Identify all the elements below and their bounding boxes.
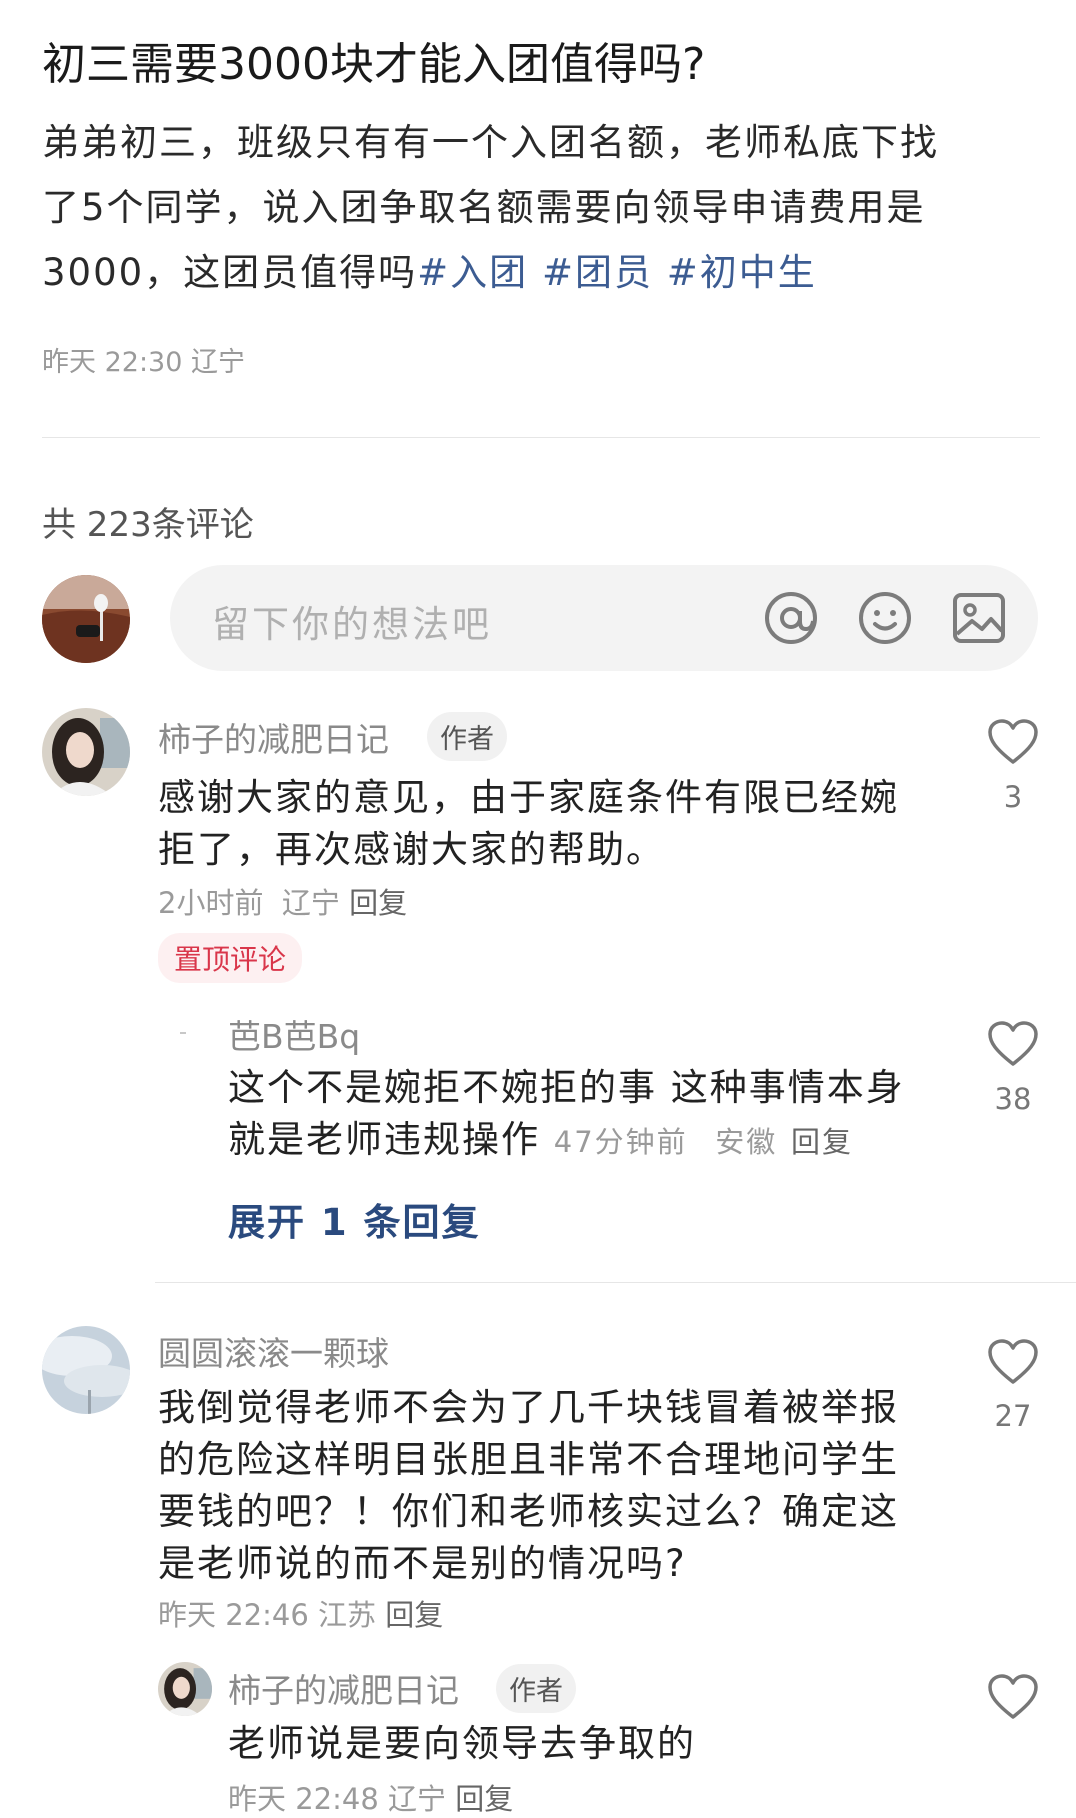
post-body: 弟弟初三，班级只有有一个入团名额，老师私底下找 了5个同学，说入团争取名额需要向… <box>42 110 1002 305</box>
reply-username[interactable]: 芭B芭Bq <box>228 1010 360 1058</box>
expand-replies-link[interactable]: 展开 1 条回复 <box>228 1192 481 1246</box>
comment-input-placeholder: 留下你的想法吧 <box>212 603 492 646</box>
like-count: 3 <box>1003 780 1023 814</box>
emoji-icon[interactable] <box>856 589 914 647</box>
reply-button[interactable]: 回复 <box>455 1782 513 1816</box>
comment-text-line: 的危险这样明目张胆且非常不合理地问学生 <box>158 1438 899 1481</box>
reply-avatar-placeholder <box>180 1032 186 1034</box>
comment-meta: 昨天 22:46 江苏 回复 <box>158 1592 443 1634</box>
reply-time: 47分钟前 <box>553 1125 688 1159</box>
comment-count: 共 223条评论 <box>42 505 254 545</box>
comment-location: 江苏 <box>318 1598 377 1632</box>
hashtag-link[interactable]: #团员 <box>542 251 653 294</box>
reply-text: 老师说是要向领导去争取的 <box>228 1722 696 1765</box>
divider <box>42 437 1040 438</box>
post-title: 初三需要3000块才能入团值得吗? <box>42 39 706 90</box>
heart-icon[interactable] <box>987 718 1039 766</box>
current-user-avatar[interactable] <box>42 575 130 663</box>
image-icon[interactable] <box>950 589 1008 647</box>
reply-button[interactable]: 回复 <box>385 1598 443 1632</box>
reply-location: 安徽 <box>715 1125 778 1159</box>
like-count: 27 <box>994 1399 1032 1433</box>
heart-icon[interactable] <box>987 1338 1039 1386</box>
comment-text-line: 我倒觉得老师不会为了几千块钱冒着被举报 <box>158 1386 899 1429</box>
reply-button[interactable]: 回复 <box>791 1125 853 1159</box>
reply-avatar[interactable] <box>158 1662 212 1716</box>
comment-text-line: 是老师说的而不是别的情况吗? <box>158 1542 687 1585</box>
divider <box>155 1282 1076 1283</box>
comment-username[interactable]: 圆圆滚滚一颗球 <box>158 1327 389 1375</box>
comment-avatar[interactable] <box>42 1326 130 1414</box>
post-body-line: 了5个同学，说入团争取名额需要向领导申请费用是 <box>42 186 926 229</box>
author-badge: 作者 <box>427 712 507 761</box>
comment-username[interactable]: 柿子的减肥日记 <box>158 713 389 761</box>
comment-text: 我倒觉得老师不会为了几千块钱冒着被举报 的危险这样明目张胆且非常不合理地问学生 … <box>158 1382 938 1590</box>
heart-icon[interactable] <box>987 1020 1039 1068</box>
hashtag-link[interactable]: #入团 <box>417 251 528 294</box>
reply-text-line: 这个不是婉拒不婉拒的事 这种事情本身 <box>228 1066 905 1109</box>
reply-username[interactable]: 柿子的减肥日记 <box>228 1664 459 1712</box>
comment-location: 辽宁 <box>281 886 340 920</box>
comment-text-line: 要钱的吧？！你们和老师核实过么？确定这 <box>158 1490 899 1533</box>
reply-button[interactable]: 回复 <box>349 886 407 920</box>
post-body-text: 3000，这团员值得吗 <box>42 251 418 294</box>
at-icon[interactable] <box>762 589 820 647</box>
reply-text: 这个不是婉拒不婉拒的事 这种事情本身 就是老师违规操作 47分钟前 安徽 回复 <box>228 1062 948 1168</box>
comment-input[interactable]: 留下你的想法吧 <box>170 565 1038 671</box>
like-count: 38 <box>994 1082 1032 1116</box>
comment-time: 昨天 22:46 <box>158 1598 309 1632</box>
pinned-badge: 置顶评论 <box>158 933 303 983</box>
reply-location: 辽宁 <box>388 1782 447 1816</box>
post-body-line: 3000，这团员值得吗#入团 #团员 #初中生 <box>42 240 1002 305</box>
reply-text-part: 就是老师违规操作 <box>228 1118 540 1161</box>
post-meta: 昨天 22:30 辽宁 <box>42 347 245 378</box>
comment-avatar[interactable] <box>42 708 130 796</box>
comment-text-line: 感谢大家的意见，由于家庭条件有限已经婉 <box>158 776 899 819</box>
comment-text: 感谢大家的意见，由于家庭条件有限已经婉 拒了，再次感谢大家的帮助。 <box>158 772 938 876</box>
post-body-line: 弟弟初三，班级只有有一个入团名额，老师私底下找 <box>42 121 939 164</box>
author-badge: 作者 <box>496 1664 576 1713</box>
comment-time: 2小时前 <box>158 886 264 920</box>
comment-text-line: 拒了，再次感谢大家的帮助。 <box>158 828 665 871</box>
comment-meta: 2小时前 辽宁 回复 <box>158 880 407 922</box>
hashtag-link[interactable]: #初中生 <box>667 251 817 294</box>
heart-icon[interactable] <box>987 1673 1039 1721</box>
reply-meta: 昨天 22:48 辽宁 回复 <box>228 1776 513 1818</box>
reply-text-line: 就是老师违规操作 47分钟前 安徽 回复 <box>228 1114 948 1168</box>
reply-time: 昨天 22:48 <box>228 1782 379 1816</box>
